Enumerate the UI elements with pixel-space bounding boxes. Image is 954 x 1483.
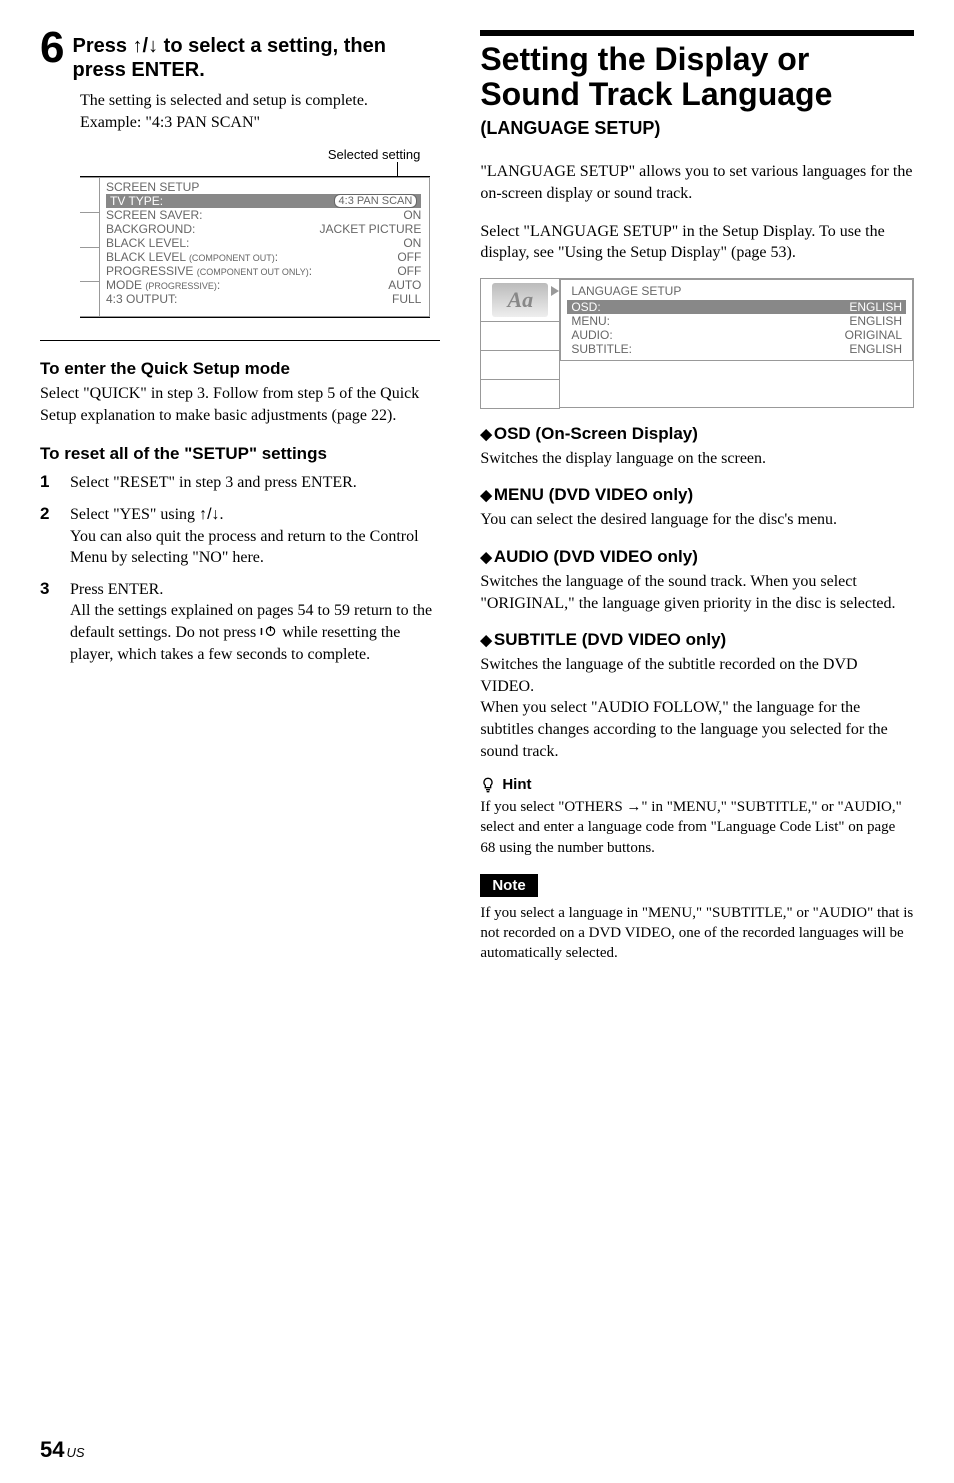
step-number: 6	[40, 26, 64, 70]
blank-tile	[480, 379, 560, 409]
hint-body: If you select "OTHERS →" in "MENU," "SUB…	[480, 797, 914, 858]
diamond-icon: ◆	[480, 487, 492, 504]
lang-osd-title: LANGUAGE SETUP	[571, 284, 902, 298]
page-region: US	[66, 1445, 84, 1460]
main-title-line1: Setting the Display or	[480, 42, 914, 77]
step-number-small: 1	[40, 472, 58, 494]
osd-row: 4:3 OUTPUT:FULL	[106, 292, 421, 306]
selected-setting-label: Selected setting	[40, 147, 420, 162]
audio-heading-text: AUDIO (DVD VIDEO only)	[494, 547, 698, 566]
hint-label: Hint	[502, 776, 531, 793]
step-heading: Press ↑/↓ to select a setting, then pres…	[72, 34, 440, 82]
osd-row: MODE (PROGRESSIVE):AUTO	[106, 278, 421, 292]
reset-steps-list: 1 Select "RESET" in step 3 and press ENTE…	[40, 472, 440, 665]
osd-highlight-row: TV TYPE: 4:3 PAN SCAN	[106, 194, 421, 208]
osd-row: PROGRESSIVE (COMPONENT OUT ONLY):OFF	[106, 264, 421, 278]
main-title-line2: Sound Track Language	[480, 77, 914, 112]
list-item: 2Select "YES" using ↑/↓. You can also qu…	[40, 504, 440, 569]
osd-title: SCREEN SETUP	[106, 180, 421, 194]
menu-heading-text: MENU (DVD VIDEO only)	[494, 485, 693, 504]
lang-row: SUBTITLE:ENGLISH	[571, 342, 902, 356]
blank-tile	[480, 321, 560, 351]
osd-row: BACKGROUND:JACKET PICTURE	[106, 222, 421, 236]
title-rule	[480, 30, 914, 36]
main-subtitle: (LANGUAGE SETUP)	[480, 118, 914, 139]
step-number-small: 2	[40, 504, 58, 569]
aa-icon: Aa	[492, 283, 548, 317]
screen-setup-osd: SCREEN SETUP TV TYPE: 4:3 PAN SCAN SCREE…	[80, 176, 430, 318]
diamond-icon: ◆	[480, 549, 492, 566]
page-footer: 54US	[40, 1437, 914, 1463]
subtitle-section-body: Switches the language of the subtitle re…	[480, 654, 914, 762]
osd-section-heading: ◆OSD (On-Screen Display)	[480, 424, 914, 444]
menu-section-heading: ◆MENU (DVD VIDEO only)	[480, 485, 914, 505]
power-icon: I	[260, 625, 278, 639]
step-body-2: Example: "4:3 PAN SCAN"	[80, 112, 440, 134]
list-item: 3Press ENTER. All the settings explained…	[40, 579, 440, 665]
step-text: Select "RESET" in step 3 and press ENTER…	[70, 472, 440, 494]
intro-paragraph: "LANGUAGE SETUP" allows you to set vario…	[480, 161, 914, 204]
select-paragraph: Select "LANGUAGE SETUP" in the Setup Dis…	[480, 221, 914, 264]
osd-row: SCREEN SAVER:ON	[106, 208, 421, 222]
svg-text:I: I	[260, 626, 263, 638]
subtitle-section-heading: ◆SUBTITLE (DVD VIDEO only)	[480, 630, 914, 650]
osd-row: BLACK LEVEL:ON	[106, 236, 421, 250]
diamond-icon: ◆	[480, 426, 492, 443]
osd-section-body: Switches the display language on the scr…	[480, 448, 914, 470]
reset-heading: To reset all of the "SETUP" settings	[40, 444, 440, 464]
blank-tile	[480, 350, 560, 380]
osd-row: BLACK LEVEL (COMPONENT OUT):OFF	[106, 250, 421, 264]
lang-row: AUDIO:ORIGINAL	[571, 328, 902, 342]
subtitle-heading-text: SUBTITLE (DVD VIDEO only)	[494, 630, 726, 649]
step-heading-a: Press	[72, 35, 132, 57]
note-label: Note	[480, 874, 537, 897]
step-text: Select "YES" using ↑/↓. You can also qui…	[70, 504, 440, 569]
step-body-1: The setting is selected and setup is com…	[80, 90, 440, 112]
arrow-icon: ↑/↓	[133, 35, 159, 57]
quick-setup-heading: To enter the Quick Setup mode	[40, 359, 440, 379]
hint-heading: Hint	[480, 776, 914, 793]
page-number: 54	[40, 1437, 64, 1463]
osd-hl-label: TV TYPE:	[110, 194, 163, 208]
note-body: If you select a language in "MENU," "SUB…	[480, 903, 914, 964]
audio-section-heading: ◆AUDIO (DVD VIDEO only)	[480, 547, 914, 567]
diamond-icon: ◆	[480, 632, 492, 649]
section-divider	[40, 340, 440, 341]
lightbulb-icon	[480, 777, 496, 793]
step-text: Press ENTER. All the settings explained …	[70, 579, 440, 665]
lang-row: OSD:ENGLISH	[567, 300, 906, 314]
audio-section-body: Switches the language of the sound track…	[480, 571, 914, 614]
step-number-small: 3	[40, 579, 58, 665]
language-setup-osd: Aa LANGUAGE SETUP OSD:ENGLISHMENU:ENGLIS…	[480, 278, 914, 408]
lang-row: MENU:ENGLISH	[571, 314, 902, 328]
osd-hl-value: 4:3 PAN SCAN	[334, 194, 418, 208]
list-item: 1 Select "RESET" in step 3 and press ENTE…	[40, 472, 440, 494]
quick-setup-body: Select "QUICK" in step 3. Follow from st…	[40, 383, 440, 426]
pointer-line	[40, 162, 398, 176]
menu-section-body: You can select the desired language for …	[480, 509, 914, 531]
osd-heading-text: OSD (On-Screen Display)	[494, 424, 698, 443]
language-icon-tile: Aa	[480, 278, 560, 322]
